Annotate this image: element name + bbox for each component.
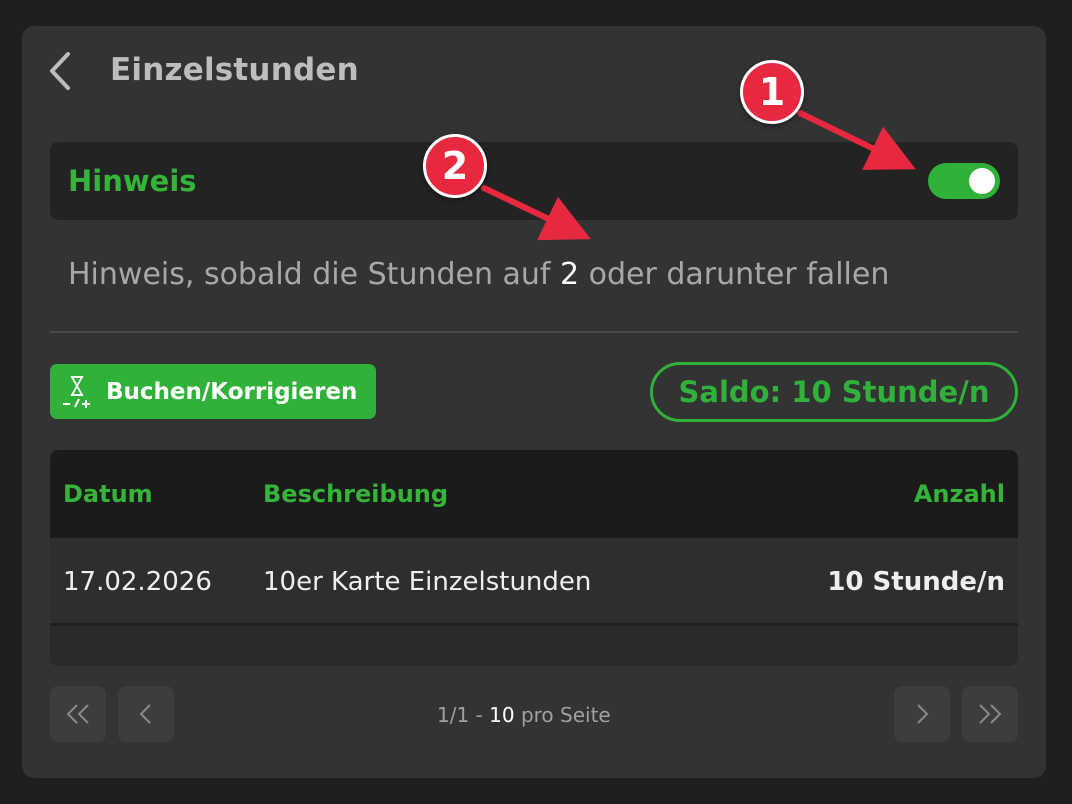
double-chevron-left-icon bbox=[66, 704, 89, 724]
table-header: Datum Beschreibung Anzahl bbox=[50, 450, 1018, 538]
per-page-label: pro Seite bbox=[520, 703, 611, 727]
hint-text-before: Hinweis, sobald die Stunden auf bbox=[68, 257, 561, 292]
hinweis-row: Hinweis bbox=[50, 142, 1018, 220]
cell-anzahl: 10 Stunde/n bbox=[827, 567, 1005, 597]
saldo-badge: Saldo: 10 Stunde/n bbox=[650, 362, 1018, 422]
bookings-table: Datum Beschreibung Anzahl 17.02.2026 10e… bbox=[50, 450, 1018, 666]
pagination-info: 1/1 - 10 pro Seite bbox=[437, 703, 611, 727]
hinweis-label: Hinweis bbox=[68, 164, 197, 198]
column-header-datum[interactable]: Datum bbox=[63, 480, 153, 508]
book-correct-label: Buchen/Korrigieren bbox=[106, 378, 358, 405]
book-correct-button[interactable]: Buchen/Korrigieren bbox=[50, 364, 376, 419]
annotation-badge-2: 2 bbox=[423, 134, 487, 198]
page-count: 1/1 - bbox=[437, 703, 483, 727]
first-page-button[interactable] bbox=[50, 686, 106, 742]
chevron-left-icon bbox=[50, 52, 70, 90]
hint-text: Hinweis, sobald die Stunden auf 2 oder d… bbox=[68, 257, 889, 292]
chevron-left-icon bbox=[139, 704, 151, 724]
hinweis-toggle[interactable] bbox=[928, 163, 1000, 199]
toggle-knob bbox=[969, 168, 995, 194]
column-header-anzahl[interactable]: Anzahl bbox=[914, 480, 1005, 508]
next-page-button[interactable] bbox=[894, 686, 950, 742]
hourglass-plus-minus-icon bbox=[63, 375, 90, 408]
back-button[interactable] bbox=[44, 48, 78, 94]
chevron-right-icon bbox=[917, 704, 929, 724]
cell-beschreibung: 10er Karte Einzelstunden bbox=[263, 567, 592, 597]
cell-datum: 17.02.2026 bbox=[63, 567, 212, 597]
page-title: Einzelstunden bbox=[110, 52, 359, 88]
column-header-beschreibung[interactable]: Beschreibung bbox=[263, 480, 448, 508]
threshold-value[interactable]: 2 bbox=[560, 257, 579, 292]
last-page-button[interactable] bbox=[962, 686, 1018, 742]
double-chevron-right-icon bbox=[979, 704, 1002, 724]
annotation-badge-1: 1 bbox=[740, 60, 804, 124]
table-row[interactable]: 17.02.2026 10er Karte Einzelstunden 10 S… bbox=[50, 538, 1018, 626]
per-page-value[interactable]: 10 bbox=[489, 703, 514, 727]
divider bbox=[50, 331, 1018, 333]
previous-page-button[interactable] bbox=[118, 686, 174, 742]
hint-text-after: oder darunter fallen bbox=[579, 257, 890, 292]
